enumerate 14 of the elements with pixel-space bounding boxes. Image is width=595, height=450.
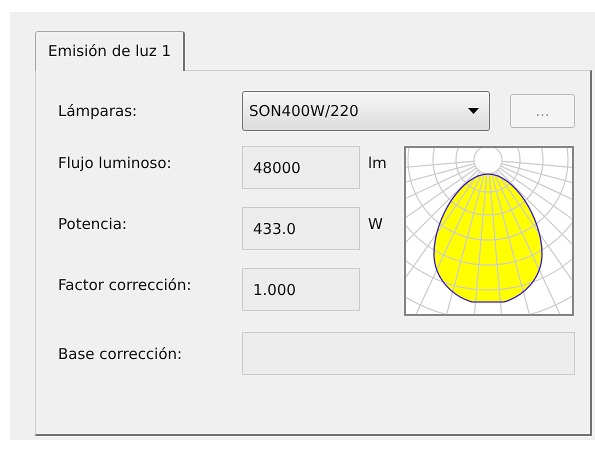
field-label: Base corrección: [58,344,184,362]
base-field[interactable] [242,332,575,375]
unit-label: W [368,214,384,233]
field-label: Factor corrección: [58,275,192,294]
value-field[interactable]: 48000 [242,146,360,189]
value-field[interactable]: 433.0 [242,207,360,250]
value-field[interactable]: 1.000 [242,268,360,311]
lamp-dropdown[interactable]: SON400W/220 [242,91,490,131]
field-label: Flujo luminoso: [58,153,173,172]
field-label: Potencia: [58,214,128,233]
caret-icon [468,108,479,114]
unit-label: lm [368,153,388,172]
tab[interactable]: Emisión de luz 1 [35,31,186,71]
field-label: Lámparas: [58,102,138,120]
